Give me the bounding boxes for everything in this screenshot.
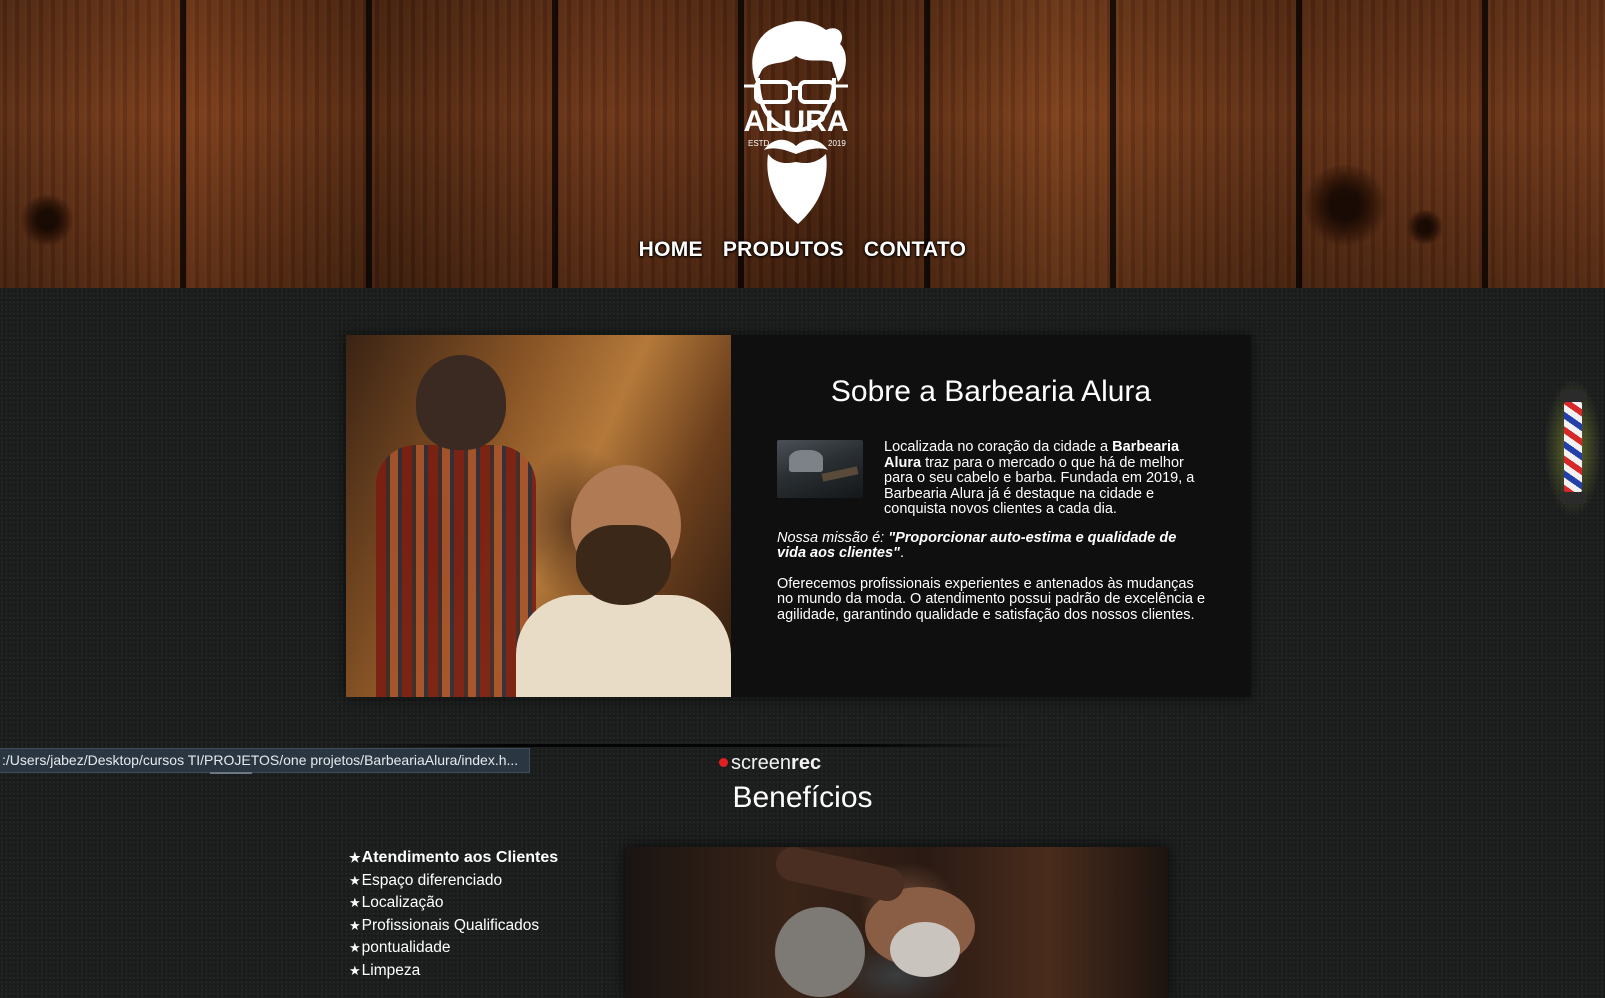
section-divider — [330, 744, 1040, 747]
logo-estd-text: ESTD — [748, 139, 770, 148]
browser-status-bar: :/Users/jabez/Desktop/cursos TI/PROJETOS… — [0, 748, 530, 773]
list-item: ★Espaço diferenciado — [349, 871, 503, 889]
record-dot-icon — [719, 758, 728, 767]
main-nav: HOME PRODUTOS CONTATO — [0, 238, 1605, 262]
screenrec-text: screen — [731, 752, 792, 774]
wood-knot — [1300, 165, 1390, 245]
list-item: ★pontualidade — [349, 939, 451, 957]
star-icon: ★ — [349, 940, 361, 956]
about-services-paragraph: Oferecemos profissionais experientes e a… — [777, 575, 1206, 623]
barber-pole-icon — [1544, 378, 1602, 518]
about-title: Sobre a Barbearia Alura — [830, 375, 1152, 408]
status-bar-underline — [210, 772, 252, 774]
about-mission-paragraph: Nossa missão é: "Proporcionar auto-estim… — [777, 529, 1177, 561]
benefits-title: Benefícios — [732, 781, 873, 814]
list-item: ★Profissionais Qualificados — [349, 916, 540, 934]
benefits-barber-photo — [625, 847, 1168, 998]
about-text: Localizada no coração da cidade a Barbea… — [777, 439, 1209, 638]
logo-year-text: 2019 — [828, 139, 846, 148]
screenrec-watermark: screenrec — [719, 752, 821, 775]
screenrec-bold-text: rec — [791, 752, 822, 774]
star-icon: ★ — [349, 850, 361, 865]
nav-contato-link[interactable]: CONTATO — [864, 238, 966, 262]
star-icon: ★ — [349, 917, 361, 933]
list-item: ★Atendimento aos Clientes — [349, 849, 559, 866]
site-header: ALURA ESTD 2019 HOME PRODUTOS CONTATO — [0, 0, 1605, 288]
star-icon: ★ — [349, 872, 361, 888]
about-section: Sobre a Barbearia Alura Localizada no co… — [346, 335, 1251, 697]
star-icon: ★ — [349, 962, 361, 978]
star-icon: ★ — [349, 895, 361, 911]
logo-brand-text: ALURA — [744, 105, 849, 138]
benefits-list: ★Atendimento aos Clientes ★Espaço difere… — [349, 847, 558, 983]
list-item: ★Localização — [349, 894, 444, 912]
nav-home-link[interactable]: HOME — [639, 238, 703, 262]
list-item: ★Limpeza — [349, 961, 421, 979]
nav-produtos-link[interactable]: PRODUTOS — [723, 238, 844, 262]
mission-label: Nossa missão é: — [777, 529, 889, 546]
alura-logo[interactable]: ALURA ESTD 2019 — [734, 18, 858, 224]
about-intro-paragraph: Localizada no coração da cidade a Barbea… — [884, 439, 1195, 517]
about-barber-photo — [346, 335, 731, 697]
